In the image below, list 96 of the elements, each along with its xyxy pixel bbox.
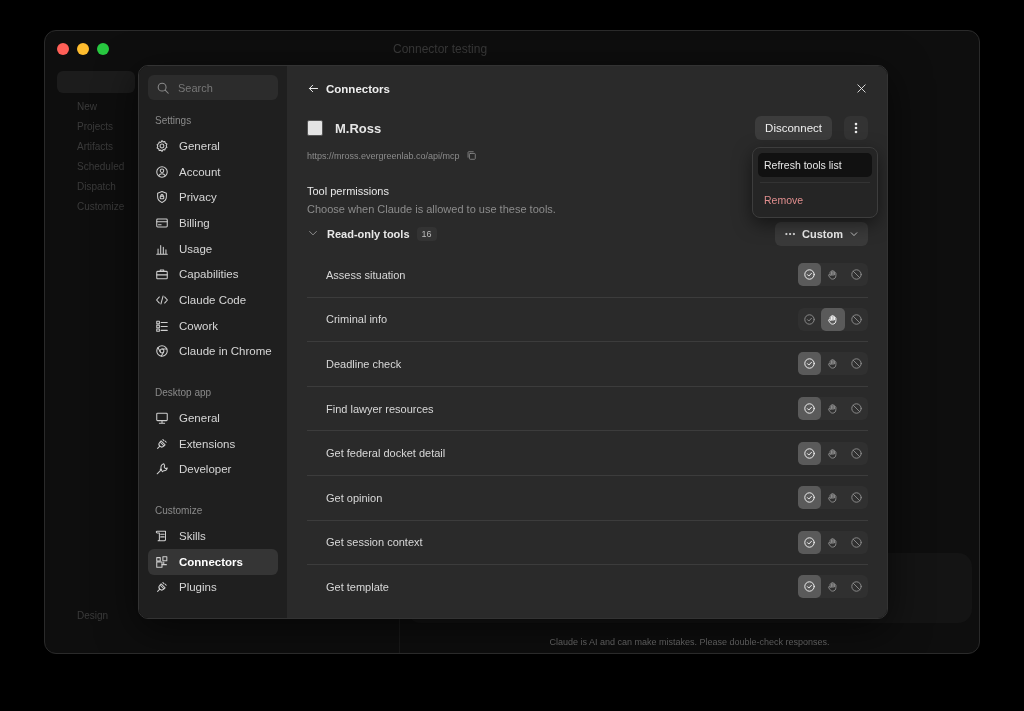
shield-lock-icon (155, 190, 169, 205)
hand-icon (826, 580, 840, 594)
tool-name: Get federal docket detail (326, 447, 447, 460)
settings-nav-item[interactable]: Skills (148, 523, 278, 549)
hand-icon (826, 402, 840, 416)
hand-icon (826, 491, 840, 505)
connector-url: https://mross.evergreenlab.co/api/mcp (307, 150, 460, 161)
tool-name: Criminal info (326, 313, 389, 326)
plug-icon (155, 436, 169, 451)
menu-item[interactable]: Refresh tools list (758, 153, 872, 177)
settings-nav-item[interactable]: Privacy (148, 184, 278, 211)
hand-icon (826, 268, 840, 282)
wrench-icon (155, 462, 169, 477)
menu-item[interactable]: Remove (758, 188, 872, 212)
hand-icon (826, 312, 840, 326)
section-description: Choose when Claude is allowed to use these tools. (307, 203, 557, 215)
block-icon (849, 312, 863, 326)
settings-nav-item[interactable]: Developer (148, 456, 278, 483)
back-arrow-icon (307, 82, 320, 95)
check-circle-icon (802, 402, 816, 416)
hand-icon (826, 357, 840, 371)
blocks-icon (155, 554, 169, 569)
settings-nav-item[interactable]: Plugins (148, 574, 278, 601)
gear-icon (155, 138, 169, 153)
settings-nav-item[interactable]: Capabilities (148, 261, 278, 288)
settings-nav-item[interactable]: Account (148, 158, 278, 185)
block-icon (849, 535, 863, 549)
group-label[interactable]: Read-only tools (327, 228, 410, 240)
briefcase-icon (155, 267, 169, 282)
back-link[interactable]: Connectors (307, 82, 390, 95)
tool-name: Deadline check (326, 358, 403, 370)
tool-name: Get session context (326, 536, 424, 549)
connector-logo-icon (307, 120, 323, 136)
user-circle-icon (155, 164, 169, 179)
tool-name: Assess situation (326, 268, 407, 281)
check-circle-icon (802, 357, 816, 371)
check-circle-icon (802, 491, 816, 505)
permission-option[interactable] (821, 307, 845, 331)
section-heading: Settings (154, 115, 193, 126)
window-control-icon[interactable] (97, 43, 109, 55)
window-control-icon[interactable] (57, 43, 69, 55)
block-icon (849, 357, 863, 371)
close-icon (855, 82, 868, 95)
permission-option[interactable] (797, 530, 821, 554)
permission-mode-dropdown[interactable]: Custom (775, 222, 868, 246)
window-control-icon[interactable] (77, 43, 89, 55)
section-title: Tool permissions (307, 185, 390, 197)
credit-card-icon (155, 215, 169, 230)
tool-name: Get opinion (326, 491, 384, 504)
settings-nav-item[interactable]: Usage (148, 235, 278, 262)
settings-nav-item[interactable]: Claude Code (148, 287, 278, 313)
search-icon (156, 80, 170, 95)
disconnect-button[interactable]: Disconnect (755, 116, 832, 140)
block-icon (849, 402, 863, 416)
block-icon (849, 580, 863, 594)
block-icon (849, 446, 863, 460)
check-circle-icon (802, 268, 816, 282)
checklist-icon (155, 318, 169, 333)
disclaimer-text: Claude is AI and can make mistakes. Please double-check responses. (549, 637, 830, 647)
check-circle-icon (802, 580, 816, 594)
close-button[interactable] (855, 82, 868, 95)
search-box[interactable]: Search (148, 75, 278, 100)
hand-icon (826, 535, 840, 549)
section-heading: Customize (154, 505, 204, 517)
permission-option[interactable] (797, 575, 821, 599)
settings-nav-item[interactable]: Extensions (148, 430, 278, 457)
tool-name: Get template (326, 580, 390, 593)
count-badge: 16 (416, 227, 437, 241)
globe-icon (155, 344, 169, 359)
connector-name: M.Ross (335, 120, 383, 136)
settings-nav-item[interactable]: Claude in Chrome (148, 338, 278, 365)
chevron-icon (849, 229, 859, 239)
hand-icon (826, 446, 840, 460)
settings-nav-item[interactable]: Connectors (148, 548, 278, 575)
check-circle-icon (802, 312, 816, 326)
plug-icon (155, 580, 169, 595)
copy-icon (465, 150, 477, 161)
permission-option[interactable] (797, 486, 821, 510)
settings-nav-item[interactable]: Billing (148, 210, 278, 236)
block-icon (849, 268, 863, 282)
tool-name: Find lawyer resources (326, 402, 435, 415)
monitor-icon (155, 411, 169, 426)
settings-nav-item[interactable]: General (148, 405, 278, 431)
settings-nav-item[interactable]: General (148, 133, 278, 159)
permission-option[interactable] (797, 263, 821, 287)
permission-option[interactable] (797, 397, 821, 421)
permission-option[interactable] (797, 441, 821, 465)
search-field[interactable]: Search (178, 75, 270, 100)
settings-nav-item[interactable]: Cowork (148, 312, 278, 339)
scroll-icon (155, 529, 169, 544)
check-circle-icon (802, 535, 816, 549)
permission-option[interactable] (797, 352, 821, 376)
check-circle-icon (802, 446, 816, 460)
section-heading: Desktop app (154, 387, 213, 399)
block-icon (849, 491, 863, 505)
more-options-button[interactable] (844, 116, 868, 140)
